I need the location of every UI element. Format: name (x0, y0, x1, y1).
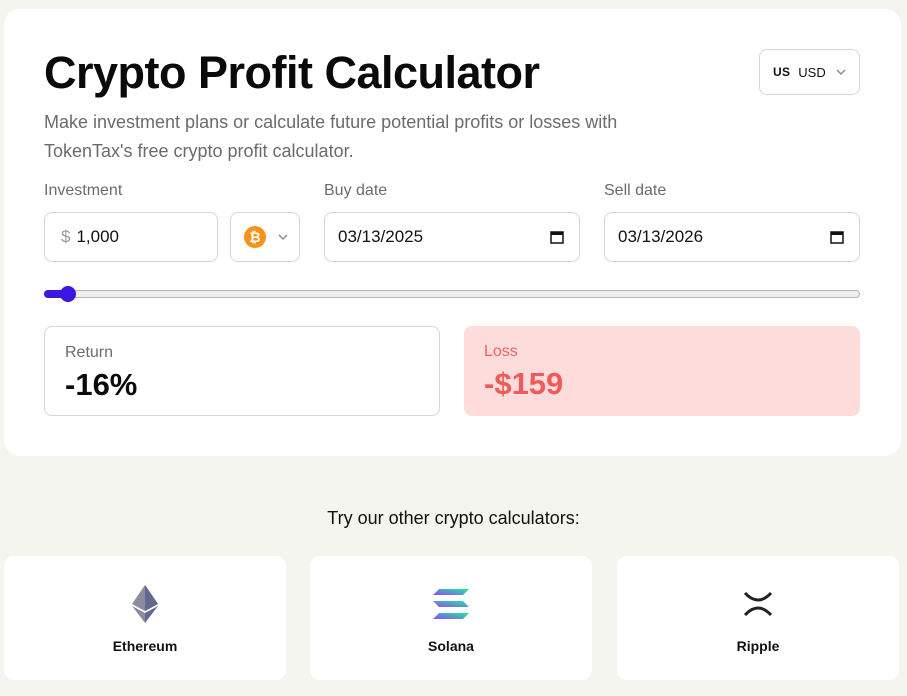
slider-track (44, 290, 860, 298)
calculator-name: Solana (428, 638, 474, 654)
investment-label: Investment (44, 182, 123, 199)
calculator-card: Crypto Profit Calculator Make investment… (4, 9, 901, 456)
investment-value: 1,000 (76, 227, 120, 246)
buy-date-value: 03/13/2025 (338, 227, 424, 246)
loss-label: Loss (484, 343, 518, 360)
currency-code: USD (798, 64, 826, 80)
page-subtitle: Make investment plans or calculate futur… (44, 112, 618, 161)
return-box: Return -16% (44, 326, 440, 416)
loss-value: -$159 (484, 366, 564, 401)
ripple-icon (738, 584, 778, 624)
calendar-icon[interactable] (549, 229, 565, 245)
currency-select[interactable]: US USD (759, 49, 860, 95)
bitcoin-icon: ₿ (244, 226, 266, 248)
page-title: Crypto Profit Calculator (44, 47, 540, 98)
calendar-icon[interactable] (829, 229, 845, 245)
investment-input[interactable]: $ 1,000 (44, 212, 218, 262)
buy-date-label: Buy date (324, 182, 388, 199)
slider-thumb[interactable] (60, 286, 76, 302)
us-flag-icon: US (773, 65, 791, 79)
sell-date-value: 03/13/2026 (618, 227, 704, 246)
buy-date-input[interactable]: 03/13/2025 (324, 212, 580, 262)
ethereum-calculator-card[interactable]: Ethereum (4, 556, 286, 680)
other-calculators-heading: Try our other crypto calculators: (327, 508, 580, 528)
sell-date-label: Sell date (604, 182, 667, 199)
chevron-down-icon (836, 69, 846, 75)
calculator-name: Ripple (736, 638, 780, 654)
coin-select[interactable]: ₿ (230, 212, 300, 262)
dollar-sign: $ (61, 227, 71, 246)
loss-box: Loss -$159 (464, 326, 860, 416)
return-value: -16% (65, 367, 138, 402)
solana-calculator-card[interactable]: Solana (310, 556, 592, 680)
chevron-down-icon (278, 234, 288, 240)
solana-icon (431, 584, 471, 624)
ethereum-icon (125, 584, 165, 624)
ripple-calculator-card[interactable]: Ripple (617, 556, 899, 680)
sell-date-input[interactable]: 03/13/2026 (604, 212, 860, 262)
calculator-name: Ethereum (112, 638, 178, 654)
return-label: Return (65, 344, 114, 361)
date-range-slider[interactable] (44, 286, 860, 302)
